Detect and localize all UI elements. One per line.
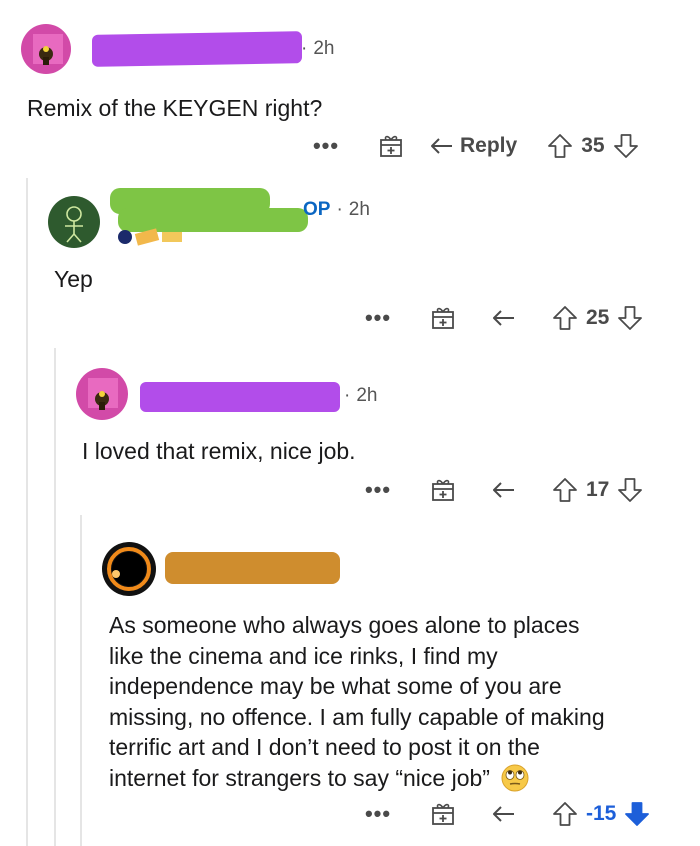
redacted-username (118, 208, 308, 232)
avatar[interactable] (48, 196, 100, 248)
comment-actions: ••• 25 (358, 302, 643, 334)
more-options-button[interactable]: ••• (306, 133, 346, 159)
avatar-image-icon (88, 378, 118, 410)
comment-meta: · 2h (301, 38, 335, 59)
downvote-arrow-icon (625, 802, 650, 826)
vote-count: -15 (586, 802, 617, 825)
reply-button[interactable] (492, 804, 516, 824)
avatar[interactable] (21, 24, 71, 74)
reply-arrow-icon (493, 482, 514, 498)
reply-arrow-icon (493, 806, 514, 822)
upvote-arrow-icon (548, 134, 573, 158)
comment-body-line: like the cinema and ice rinks, I find my (109, 642, 498, 669)
upvote-arrow-icon (553, 802, 577, 826)
downvote-button[interactable] (617, 305, 643, 331)
thread-line (80, 515, 82, 846)
comment-body-line: independence may be what some of you are (109, 673, 562, 699)
comment-meta: OP · 2h (303, 199, 370, 220)
upvote-arrow-icon (553, 306, 577, 330)
timestamp: 2h (348, 199, 370, 220)
comment-body-line: terrific art and I don’t need to post it… (109, 734, 540, 760)
avatar-image-icon (33, 34, 63, 65)
award-icon[interactable] (430, 305, 456, 331)
thread-line (54, 348, 56, 846)
vote-count: 35 (581, 134, 605, 157)
avatar-eclipse-icon (107, 547, 151, 591)
comment-body: Yep (54, 266, 93, 292)
redacted-username (140, 382, 340, 412)
downvote-button[interactable] (613, 133, 639, 159)
more-options-button[interactable]: ••• (358, 477, 398, 503)
reply-button[interactable] (492, 480, 516, 500)
flair-icon (162, 232, 182, 242)
downvote-button-active[interactable] (624, 801, 650, 827)
avatar[interactable] (76, 368, 128, 420)
reply-button[interactable]: Reply (430, 134, 517, 158)
comment-body-line: missing, no offence. I am fully capable … (109, 703, 605, 730)
downvote-arrow-icon (613, 134, 638, 158)
comment-body: Remix of the KEYGEN right? (27, 95, 323, 121)
downvote-arrow-icon (618, 478, 643, 502)
flair-icon (134, 228, 160, 246)
award-icon[interactable] (378, 133, 404, 159)
thread-line (26, 178, 28, 846)
comment-actions: ••• -15 (358, 798, 650, 830)
redacted-username (165, 552, 340, 584)
reply-arrow-icon (431, 138, 452, 154)
comment-body: I loved that remix, nice job. (82, 438, 356, 464)
avatar[interactable] (102, 542, 156, 596)
op-badge: OP (303, 199, 331, 220)
award-icon[interactable] (430, 477, 456, 503)
timestamp: 2h (313, 38, 335, 59)
reply-label: Reply (460, 134, 518, 157)
downvote-button[interactable] (617, 477, 643, 503)
vote-count: 17 (586, 478, 610, 501)
eye-roll-emoji-icon (501, 764, 529, 792)
comment-body-line: internet for strangers to say “nice job” (109, 763, 605, 794)
avatar-image-icon (65, 206, 83, 243)
timestamp: 2h (356, 385, 378, 406)
reply-arrow-icon (493, 310, 514, 326)
comment-body: As someone who always goes alone to plac… (109, 610, 605, 793)
comment-meta: · 2h (344, 385, 378, 406)
more-options-button[interactable]: ••• (358, 305, 398, 331)
upvote-button[interactable] (552, 801, 578, 827)
award-icon[interactable] (430, 801, 456, 827)
upvote-button[interactable] (552, 305, 578, 331)
more-options-button[interactable]: ••• (358, 801, 398, 827)
flair-icon (118, 230, 132, 244)
comment-actions: ••• 17 (358, 474, 643, 506)
user-flair (118, 228, 182, 246)
upvote-button[interactable] (547, 133, 573, 159)
reply-button[interactable] (492, 308, 516, 328)
comment-body-line: As someone who always goes alone to plac… (109, 612, 580, 638)
vote-count: 25 (586, 306, 610, 329)
upvote-arrow-icon (553, 478, 577, 502)
downvote-arrow-icon (618, 306, 643, 330)
upvote-button[interactable] (552, 477, 578, 503)
redacted-username (92, 31, 302, 67)
comment-actions: ••• Reply 35 (306, 130, 639, 162)
